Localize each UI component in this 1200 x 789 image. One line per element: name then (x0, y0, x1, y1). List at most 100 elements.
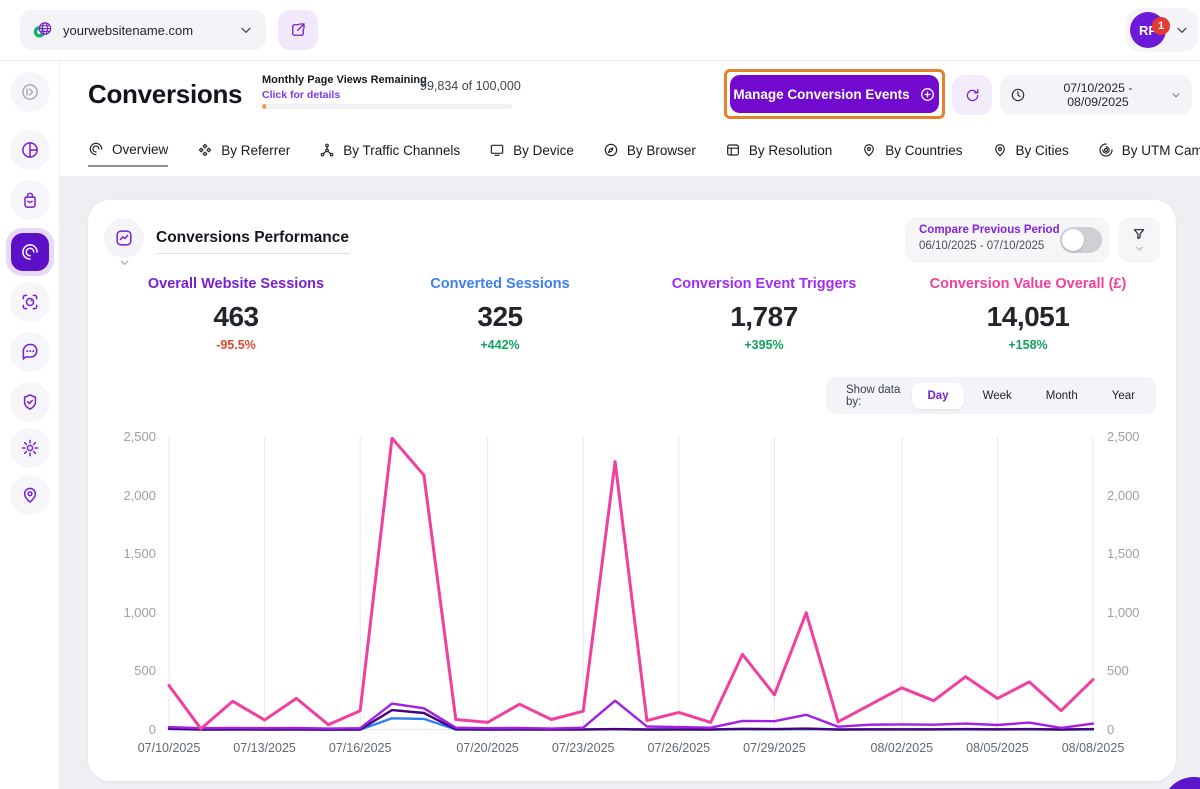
sidebar (0, 61, 60, 789)
resolution-icon (725, 142, 741, 158)
x-axis-label: 07/10/2025 (137, 741, 201, 755)
countries-icon (861, 142, 877, 158)
tab-by-resolution[interactable]: By Resolution (725, 133, 832, 167)
tab-by-utm-campaign[interactable]: By UTM Campaign (1098, 133, 1200, 167)
chevron-down-icon (1174, 22, 1190, 38)
tab-label: By Referrer (221, 142, 291, 158)
metric-conversion-event-triggers[interactable]: Conversion Event Triggers 1,787 +395% (632, 276, 896, 352)
funnel-icon (1131, 226, 1147, 242)
notification-badge: 1 (1152, 17, 1170, 35)
sidebar-item-settings[interactable] (10, 428, 50, 468)
y-axis-label-left: 500 (134, 663, 156, 679)
metric-delta: +442% (480, 338, 520, 352)
manage-conversion-events-button[interactable]: Manage Conversion Events (730, 75, 939, 113)
filter-button[interactable] (1118, 217, 1160, 263)
website-favicon-icon (32, 20, 53, 41)
referrer-icon (197, 142, 213, 158)
sidebar-item-collapse[interactable] (10, 72, 50, 112)
card-title: Conversions Performance (156, 229, 349, 254)
retargeting-icon (20, 292, 40, 312)
quota-progress-fill (262, 104, 266, 109)
tab-label: Overview (112, 141, 169, 157)
granularity-day[interactable]: Day (912, 382, 964, 409)
x-axis-label: 08/08/2025 (1061, 741, 1125, 755)
refresh-button[interactable] (952, 75, 992, 115)
y-axis-label-right: 1,000 (1107, 604, 1140, 620)
y-axis-label-right: 2,000 (1107, 487, 1140, 503)
tab-by-referrer[interactable]: By Referrer (197, 133, 290, 167)
tab-by-browser[interactable]: By Browser (603, 133, 696, 167)
clock-icon (1010, 87, 1026, 103)
tab-overview[interactable]: Overview (88, 133, 169, 167)
compare-range: 06/10/2025 - 07/10/2025 (919, 240, 1045, 252)
sidebar-active-tile (11, 233, 49, 271)
sidebar-item-security[interactable] (10, 382, 50, 422)
compare-toggle[interactable] (1060, 227, 1102, 253)
series-conversion-value-overall (167, 436, 1095, 731)
tab-by-countries[interactable]: By Countries (861, 133, 963, 167)
tab-label: By Resolution (748, 142, 833, 158)
plus-circle-icon (919, 86, 936, 103)
metrics-row: Overall Website Sessions 463 -95.5% Convert… (104, 276, 1160, 352)
external-link-icon (289, 21, 307, 39)
quota-details-link[interactable]: Click for details (262, 89, 340, 101)
sidebar-item-retargeting[interactable] (10, 282, 50, 322)
date-range-text: 07/10/2025 - 08/09/2025 (1063, 81, 1133, 109)
open-website-button[interactable] (278, 10, 318, 50)
tab-label: By Cities (1015, 142, 1069, 158)
y-axis-label-left: 2,500 (123, 429, 156, 444)
collapse-icon (20, 82, 40, 102)
x-axis-label: 08/02/2025 (870, 741, 934, 755)
x-axis-label: 07/29/2025 (743, 741, 806, 755)
metric-converted-sessions[interactable]: Converted Sessions 325 +442% (368, 276, 632, 352)
metric-label: Overall Website Sessions (147, 276, 325, 292)
overview-icon (88, 141, 104, 157)
conversions-line-chart[interactable] (167, 436, 1095, 731)
metric-delta: +395% (744, 338, 784, 352)
sidebar-item-conversions[interactable] (6, 228, 54, 276)
y-axis-label-left: 1,000 (123, 604, 156, 620)
metric-label: Conversion Value Overall (£) (929, 276, 1127, 292)
website-selector[interactable]: yourwebsitename.com (20, 10, 266, 50)
tab-by-device[interactable]: By Device (489, 133, 574, 167)
conversions-icon (20, 242, 40, 262)
x-axis-label: 07/16/2025 (328, 741, 392, 755)
granularity-label: Show data by: (846, 383, 901, 408)
tab-label: By Browser (626, 142, 696, 158)
dashboard-icon (20, 140, 40, 160)
metric-value: 1,787 (730, 301, 798, 332)
report-tabs: Overview By Referrer By Traffic Channels By… (88, 133, 1200, 167)
chevron-down-icon (238, 22, 254, 38)
tab-by-cities[interactable]: By Cities (992, 133, 1069, 167)
sidebar-item-store[interactable] (10, 180, 50, 220)
granularity-year[interactable]: Year (1097, 383, 1150, 409)
metric-overall-website-sessions[interactable]: Overall Website Sessions 463 -95.5% (104, 276, 368, 352)
granularity-week[interactable]: Week (968, 383, 1027, 409)
x-axis-label: 07/23/2025 (551, 741, 615, 755)
quota-progress-bar (262, 104, 512, 109)
chart-line-icon (114, 228, 134, 248)
support-fab[interactable] (1162, 777, 1200, 789)
website-name: yourwebsitename.com (63, 22, 194, 38)
quota-value: 99,834 of 100,000 (420, 79, 521, 93)
granularity-switcher: Show data by: Day Week Month Year (826, 377, 1156, 414)
tab-by-traffic-channels[interactable]: By Traffic Channels (319, 133, 460, 167)
date-range-picker[interactable]: 07/10/2025 - 08/09/2025 (1000, 75, 1192, 115)
x-axis-label: 07/26/2025 (647, 741, 711, 755)
metric-delta: +158% (1008, 338, 1048, 352)
card-chart-type-button[interactable] (104, 218, 144, 258)
metric-value: 325 (477, 301, 523, 332)
tab-label: By Device (513, 142, 574, 158)
chat-icon (20, 342, 40, 362)
divider (0, 60, 1200, 61)
chevron-down-icon (1134, 243, 1145, 254)
granularity-month[interactable]: Month (1031, 383, 1093, 409)
sidebar-item-locations[interactable] (10, 475, 50, 515)
sidebar-item-dashboard[interactable] (10, 130, 50, 170)
sidebar-item-chat[interactable] (10, 332, 50, 372)
device-icon (489, 142, 505, 158)
y-axis-label-right: 1,500 (1107, 546, 1140, 562)
y-axis-label-right: 2,500 (1107, 429, 1140, 444)
page-title: Conversions (88, 79, 243, 109)
metric-conversion-value-overall[interactable]: Conversion Value Overall (£) 14,051 +158% (896, 276, 1160, 352)
